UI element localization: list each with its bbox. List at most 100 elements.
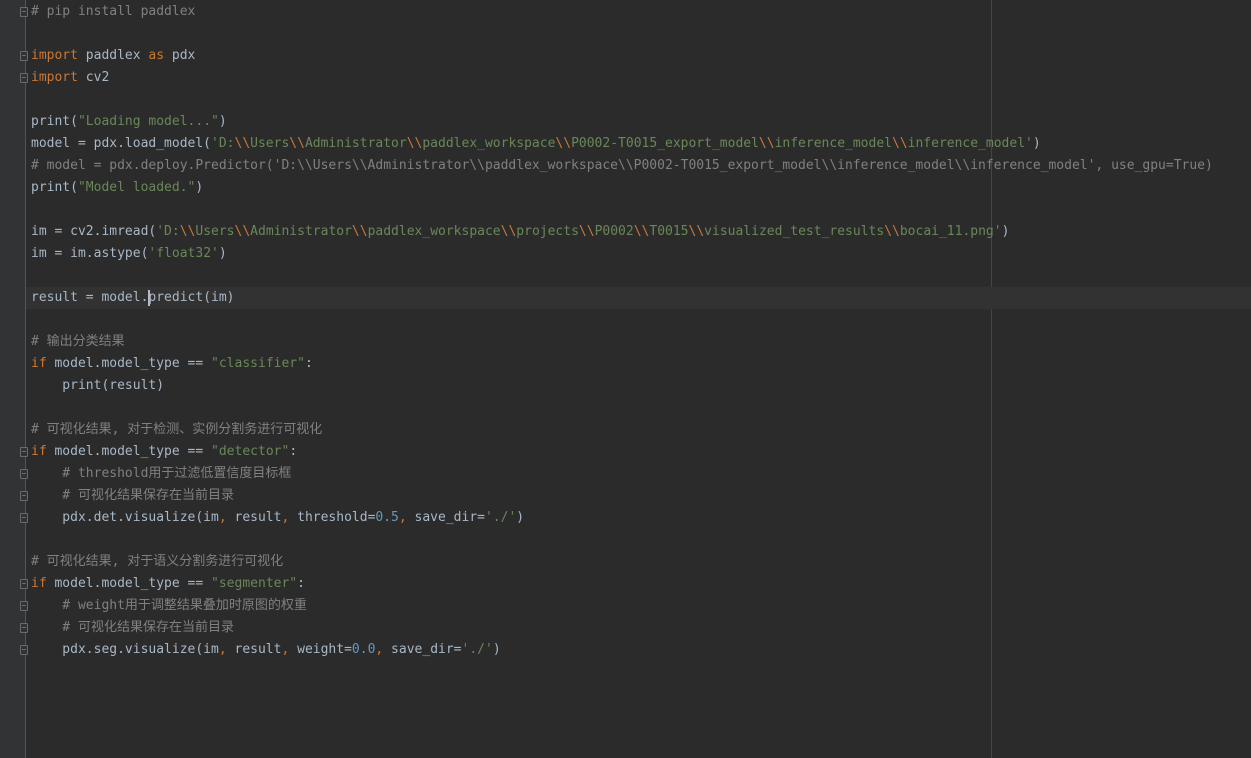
code-editor[interactable]: # pip install paddlex​import paddlex as …	[0, 0, 1251, 758]
code-token: paddlex_workspace	[367, 224, 501, 239]
code-token: if	[31, 444, 47, 459]
fold-toggle-icon[interactable]	[20, 7, 28, 17]
code-token: )	[195, 180, 204, 195]
code-line[interactable]: print("Loading model...")	[31, 111, 1213, 133]
fold-toggle-icon[interactable]	[20, 469, 28, 479]
code-token: predict(im)	[148, 290, 235, 305]
code-token: 'float32'	[148, 246, 219, 261]
code-token: ,	[218, 642, 227, 657]
code-line[interactable]: # model = pdx.deploy.Predictor('D:\\User…	[31, 155, 1213, 177]
code-token: )	[492, 642, 501, 657]
code-token: \\	[351, 224, 368, 239]
code-token: \\	[688, 224, 705, 239]
code-line[interactable]: # pip install paddlex	[31, 1, 1213, 23]
fold-toggle-icon[interactable]	[20, 513, 28, 523]
code-line[interactable]: # 可视化结果, 对于检测、实例分割务进行可视化	[31, 419, 1213, 441]
code-token: save_dir=	[406, 510, 485, 525]
code-token: T0015	[649, 224, 689, 239]
code-token: pdx.seg.visualize(im	[31, 642, 219, 657]
code-token: # pip install paddlex	[31, 4, 196, 19]
code-token: # 可视化结果保存在当前目录	[31, 488, 234, 503]
code-token: result	[226, 510, 282, 525]
code-token: \\	[633, 224, 650, 239]
code-token: )	[516, 510, 525, 525]
code-token: projects	[516, 224, 579, 239]
code-line[interactable]: # 输出分类结果	[31, 331, 1213, 353]
code-token: \\	[179, 224, 196, 239]
fold-toggle-icon[interactable]	[20, 645, 28, 655]
code-line[interactable]: if model.model_type == "detector":	[31, 441, 1213, 463]
code-token: "Loading model..."	[77, 114, 219, 129]
code-token: )	[1001, 224, 1010, 239]
code-token: import	[31, 70, 78, 85]
fold-toggle-icon[interactable]	[20, 447, 28, 457]
code-token: save_dir=	[383, 642, 462, 657]
code-token: :	[304, 356, 313, 371]
code-token: cv2	[77, 70, 110, 85]
code-line[interactable]: im = cv2.imread('D:\\Users\\Administrato…	[31, 221, 1213, 243]
fold-toggle-icon[interactable]	[20, 579, 28, 589]
code-line[interactable]: ​	[31, 529, 1213, 551]
code-token: # 输出分类结果	[31, 334, 125, 349]
code-token: pdx	[164, 48, 196, 63]
code-line[interactable]: im = im.astype('float32')	[31, 243, 1213, 265]
code-line[interactable]: model = pdx.load_model('D:\\Users\\Admin…	[31, 133, 1213, 155]
code-line[interactable]: # 可视化结果保存在当前目录	[31, 485, 1213, 507]
code-token: \\	[234, 224, 251, 239]
code-token: Administrator	[250, 224, 352, 239]
code-line[interactable]: if model.model_type == "segmenter":	[31, 573, 1213, 595]
code-line[interactable]: result = model.predict(im)	[31, 287, 1213, 309]
fold-toggle-icon[interactable]	[20, 601, 28, 611]
code-token: Users	[250, 136, 290, 151]
fold-toggle-icon[interactable]	[20, 51, 28, 61]
code-token: model.model_type ==	[46, 576, 212, 591]
code-line[interactable]: ​	[31, 309, 1213, 331]
code-token: paddlex_workspace	[422, 136, 556, 151]
code-line[interactable]: pdx.det.visualize(im, result, threshold=…	[31, 507, 1213, 529]
code-line[interactable]: ​	[31, 199, 1213, 221]
code-token: threshold=	[289, 510, 376, 525]
code-line[interactable]: print("Model loaded.")	[31, 177, 1213, 199]
code-line[interactable]: ​	[31, 397, 1213, 419]
code-token: \\	[891, 136, 908, 151]
code-token: # threshold用于过滤低置信度目标框	[31, 466, 292, 481]
code-line[interactable]: if model.model_type == "classifier":	[31, 353, 1213, 375]
code-area[interactable]: # pip install paddlex​import paddlex as …	[31, 1, 1213, 661]
code-line[interactable]: import cv2	[31, 67, 1213, 89]
code-token: \\	[500, 224, 517, 239]
code-token: 0.0	[351, 642, 376, 657]
code-token: \\	[234, 136, 251, 151]
code-token: 'D:	[211, 136, 235, 151]
code-line[interactable]: # 可视化结果保存在当前目录	[31, 617, 1213, 639]
code-token: 'D:	[156, 224, 180, 239]
code-line[interactable]: # threshold用于过滤低置信度目标框	[31, 463, 1213, 485]
code-token: weight=	[289, 642, 352, 657]
code-token: as	[148, 48, 165, 63]
code-line[interactable]: pdx.seg.visualize(im, result, weight=0.0…	[31, 639, 1213, 661]
code-line[interactable]: print(result)	[31, 375, 1213, 397]
fold-toggle-icon[interactable]	[20, 623, 28, 633]
code-token: "Model loaded."	[77, 180, 196, 195]
code-line[interactable]: # weight用于调整结果叠加时原图的权重	[31, 595, 1213, 617]
code-line[interactable]: ​	[31, 23, 1213, 45]
code-token: ,	[218, 510, 227, 525]
code-token: \\	[884, 224, 900, 239]
code-line[interactable]: import paddlex as pdx	[31, 45, 1213, 67]
code-token: if	[31, 356, 47, 371]
code-line[interactable]: ​	[31, 89, 1213, 111]
code-token: import	[31, 48, 78, 63]
code-token: )	[218, 114, 227, 129]
code-token: visualized_test_results	[704, 224, 885, 239]
code-token: P0002-T0015_export_model	[571, 136, 759, 151]
code-line[interactable]: ​	[31, 265, 1213, 287]
code-line[interactable]: # 可视化结果, 对于语义分割务进行可视化	[31, 551, 1213, 573]
code-token: result	[226, 642, 282, 657]
code-token: print(	[31, 180, 78, 195]
code-token: im = cv2.imread(	[31, 224, 157, 239]
code-token: :	[297, 576, 305, 591]
code-token: print(	[31, 114, 78, 129]
fold-toggle-icon[interactable]	[20, 491, 28, 501]
code-token: "classifier"	[211, 356, 305, 371]
fold-toggle-icon[interactable]	[20, 73, 28, 83]
code-token: model.model_type ==	[46, 444, 212, 459]
